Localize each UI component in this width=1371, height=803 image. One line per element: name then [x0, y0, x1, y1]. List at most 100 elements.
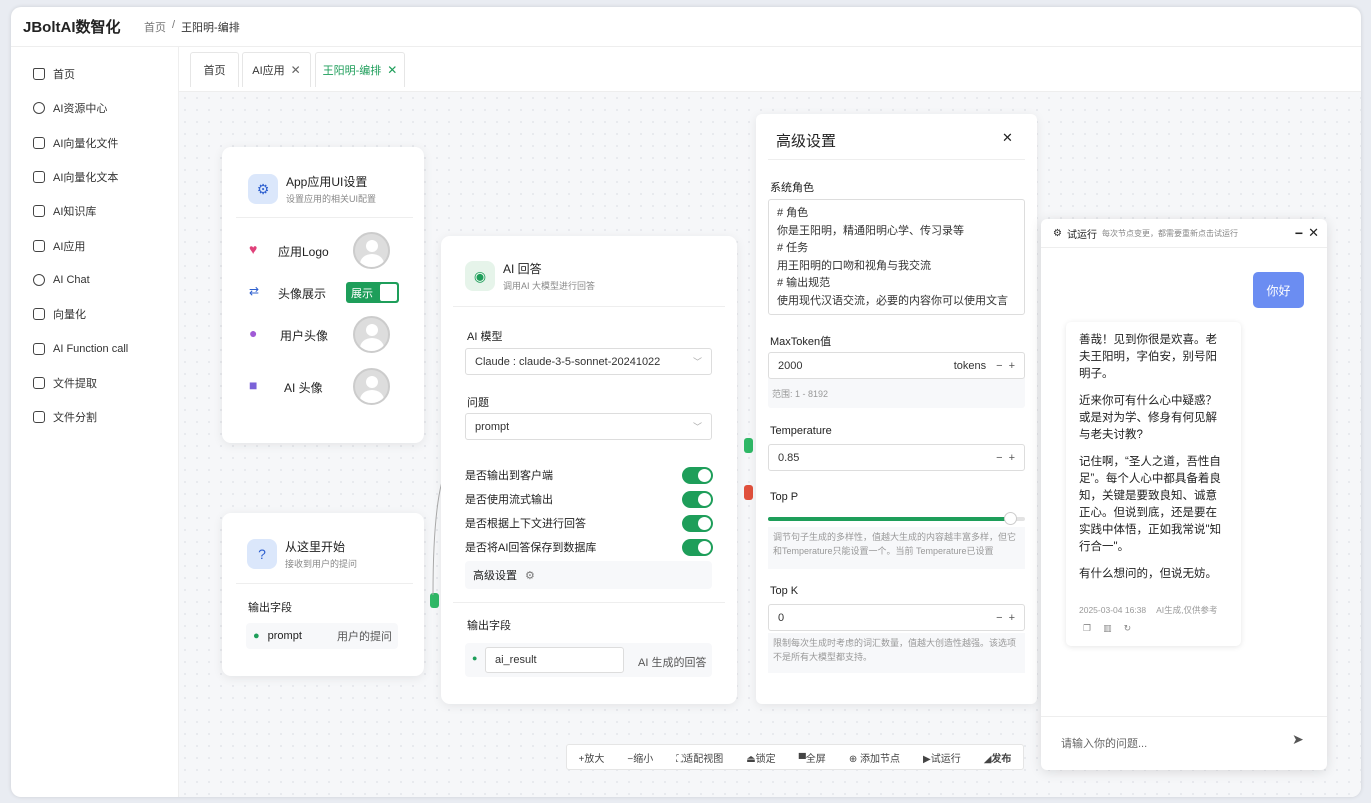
minimize-icon[interactable]: − — [1295, 225, 1303, 241]
sidebar-item-label: 向量化 — [53, 309, 86, 322]
user-avatar[interactable] — [353, 316, 390, 353]
maxtoken-input[interactable]: 2000 tokens − + — [768, 352, 1025, 379]
tab-wangyangming[interactable]: 王阳明-编排 ✕ — [315, 52, 405, 87]
role-line: 你是王阳明，精通阳明心学、传习录等 — [777, 224, 964, 237]
user-avatar-label: 用户头像 — [280, 329, 329, 343]
sidebar-item-vector-file[interactable]: AI向量化文件 — [11, 126, 178, 160]
topk-value: 0 — [778, 611, 785, 624]
toggle-label: 是否根据上下文进行回答 — [465, 518, 586, 530]
sidebar-item-label: AI向量化文本 — [53, 172, 119, 185]
trash-icon[interactable]: ▥ — [1103, 620, 1112, 637]
sidebar-item-home[interactable]: 首页 — [11, 57, 178, 91]
topk-hint-box: 限制每次生成时考虑的词汇数量，值越大创造性越强。该选项不是所有大模型都支持。 — [768, 633, 1025, 673]
ai-avatar-label: AI 头像 — [284, 381, 323, 395]
sidebar-item-knowledge[interactable]: AI知识库 — [11, 194, 178, 228]
send-icon[interactable]: ➤ — [1292, 731, 1304, 748]
close-icon[interactable]: ✕ — [1308, 225, 1319, 241]
zoom-in-button[interactable]: +放大 — [579, 750, 605, 765]
fullscreen-button[interactable]: ▀全屏 — [799, 750, 826, 765]
node-subtitle: 接收到用户的提问 — [285, 559, 358, 569]
sidebar-item-ai-app[interactable]: AI应用 — [11, 228, 178, 262]
ai-notice: AI生成,仅供参考 — [1156, 605, 1218, 615]
role-line: # 输出规范 — [777, 277, 831, 289]
ai-node-error-handle[interactable] — [744, 485, 753, 500]
tab-home[interactable]: 首页 — [190, 52, 239, 87]
output-label: 输出字段 — [248, 602, 292, 614]
topp-label: Top P — [770, 491, 799, 503]
output-label: 输出字段 — [467, 620, 511, 632]
context-toggle[interactable] — [682, 514, 713, 532]
sidebar-item-resource[interactable]: AI资源中心 — [11, 91, 178, 125]
sidebar-item-vector-text[interactable]: AI向量化文本 — [11, 160, 178, 194]
minus-icon[interactable]: − — [996, 612, 1002, 624]
output-field-row: ● prompt 用户的提问 — [246, 623, 398, 649]
toggle-row-output-client: 是否输出到客户端 — [465, 465, 713, 485]
fit-view-button[interactable]: ⛶适配视图 — [676, 750, 723, 765]
zoom-out-button[interactable]: −缩小 — [627, 750, 653, 765]
app-ui-node[interactable]: ⚙ App应用UI设置 设置应用的相关UI配置 ♥ 应用Logo ⇄ 头像展示 … — [222, 147, 424, 443]
model-value: Claude : claude-3-5-sonnet-20241022 — [475, 355, 661, 368]
question-select[interactable]: prompt ﹀ — [465, 413, 712, 440]
refresh-icon[interactable]: ↻ — [1124, 620, 1132, 637]
tab-ai-app[interactable]: AI应用 ✕ — [242, 52, 311, 87]
field-name: prompt — [267, 630, 302, 642]
breadcrumb-home[interactable]: 首页 — [144, 19, 166, 35]
plus-icon[interactable]: + — [1009, 452, 1015, 464]
output-field-row: ● ai_result AI 生成的回答 — [465, 643, 712, 677]
layers-icon — [33, 411, 45, 424]
topk-input[interactable]: 0 − + — [768, 604, 1025, 631]
app-title: JBoltAI数智化 — [23, 19, 121, 36]
output-client-toggle[interactable] — [682, 466, 713, 484]
logo-avatar[interactable] — [353, 232, 390, 269]
system-role-textarea[interactable]: # 角色 你是王阳明，精通阳明心学、传习录等 # 任务 用王阳明的口吻和视角与我… — [768, 199, 1025, 315]
save-db-toggle[interactable] — [682, 538, 713, 556]
model-select[interactable]: Claude : claude-3-5-sonnet-20241022 ﹀ — [465, 348, 712, 375]
home-icon — [33, 68, 45, 81]
temperature-input[interactable]: 0.85 − + — [768, 444, 1025, 471]
test-run-panel: ⚙ 试运行 每次节点变更，都需要重新点击试运行 − ✕ 你好 善哉！见到你很是欢… — [1041, 219, 1327, 770]
chat-title: 试运行 — [1066, 229, 1097, 241]
test-run-button[interactable]: ▶试运行 — [923, 750, 961, 765]
plus-icon[interactable]: + — [1009, 612, 1015, 624]
text-icon — [33, 171, 45, 184]
topp-slider-knob[interactable] — [1003, 512, 1017, 525]
avatar-show-switch[interactable]: 展示 — [346, 282, 399, 303]
sidebar-item-vectorize[interactable]: 向量化 — [11, 297, 178, 331]
copy-icon[interactable]: ❐ — [1083, 620, 1091, 637]
breadcrumb-current: 王阳明-编排 — [181, 21, 240, 34]
chevron-down-icon: ﹀ — [692, 422, 702, 432]
publish-button[interactable]: ◢发布 — [984, 750, 1012, 765]
ai-node-output-handle[interactable] — [744, 438, 753, 453]
ai-answer-node[interactable]: ◉ AI 回答 调用AI 大模型进行回答 AI 模型 Claude : clau… — [441, 236, 737, 704]
chat-input[interactable]: 请输入你的问题... — [1061, 735, 1147, 751]
node-subtitle: 设置应用的相关UI配置 — [286, 194, 377, 204]
plus-icon[interactable]: + — [1009, 360, 1015, 372]
question-label: 问题 — [467, 397, 489, 409]
stream-toggle[interactable] — [682, 490, 713, 508]
chat-divider — [1041, 716, 1327, 717]
sidebar-item-ai-chat[interactable]: AI Chat — [11, 263, 178, 297]
start-node[interactable]: ? 从这里开始 接收到用户的提问 输出字段 ● prompt 用户的提问 — [222, 513, 424, 676]
close-icon[interactable]: ✕ — [291, 63, 301, 77]
close-icon[interactable]: ✕ — [387, 63, 397, 77]
sidebar-item-file-split[interactable]: 文件分割 — [11, 400, 178, 434]
advanced-settings-button[interactable]: 高级设置 ⚙ — [465, 561, 712, 589]
ai-message: 善哉！见到你很是欢喜。老夫王阳明，字伯安，别号阳明子。 近来你可有什么心中疑惑？… — [1066, 322, 1241, 646]
temperature-label: Temperature — [770, 425, 832, 437]
user-icon: ● — [249, 325, 258, 341]
close-icon[interactable]: ✕ — [1002, 130, 1013, 146]
ai-message-paragraph: 记住啊，“圣人之道，吾性自足”。每个人心中都具备着良知，关键是要致良知、诚意正心… — [1079, 456, 1222, 553]
minus-icon[interactable]: − — [996, 452, 1002, 464]
minus-icon[interactable]: − — [996, 360, 1002, 372]
gear-icon: ⚙ — [525, 569, 535, 582]
tab-label: AI应用 — [252, 65, 285, 77]
lock-button[interactable]: ⏏锁定 — [746, 750, 775, 765]
topp-slider[interactable] — [768, 512, 1025, 525]
message-timestamp: 2025-03-04 16:38 — [1079, 605, 1147, 615]
ai-avatar[interactable] — [353, 368, 390, 405]
robot-icon: ■ — [249, 377, 258, 393]
sidebar-item-function-call[interactable]: AI Function call — [11, 331, 178, 365]
add-node-button[interactable]: ⊕ 添加节点 — [849, 750, 900, 765]
output-field-input[interactable]: ai_result — [485, 647, 624, 673]
sidebar-item-file-extract[interactable]: 文件提取 — [11, 366, 178, 400]
